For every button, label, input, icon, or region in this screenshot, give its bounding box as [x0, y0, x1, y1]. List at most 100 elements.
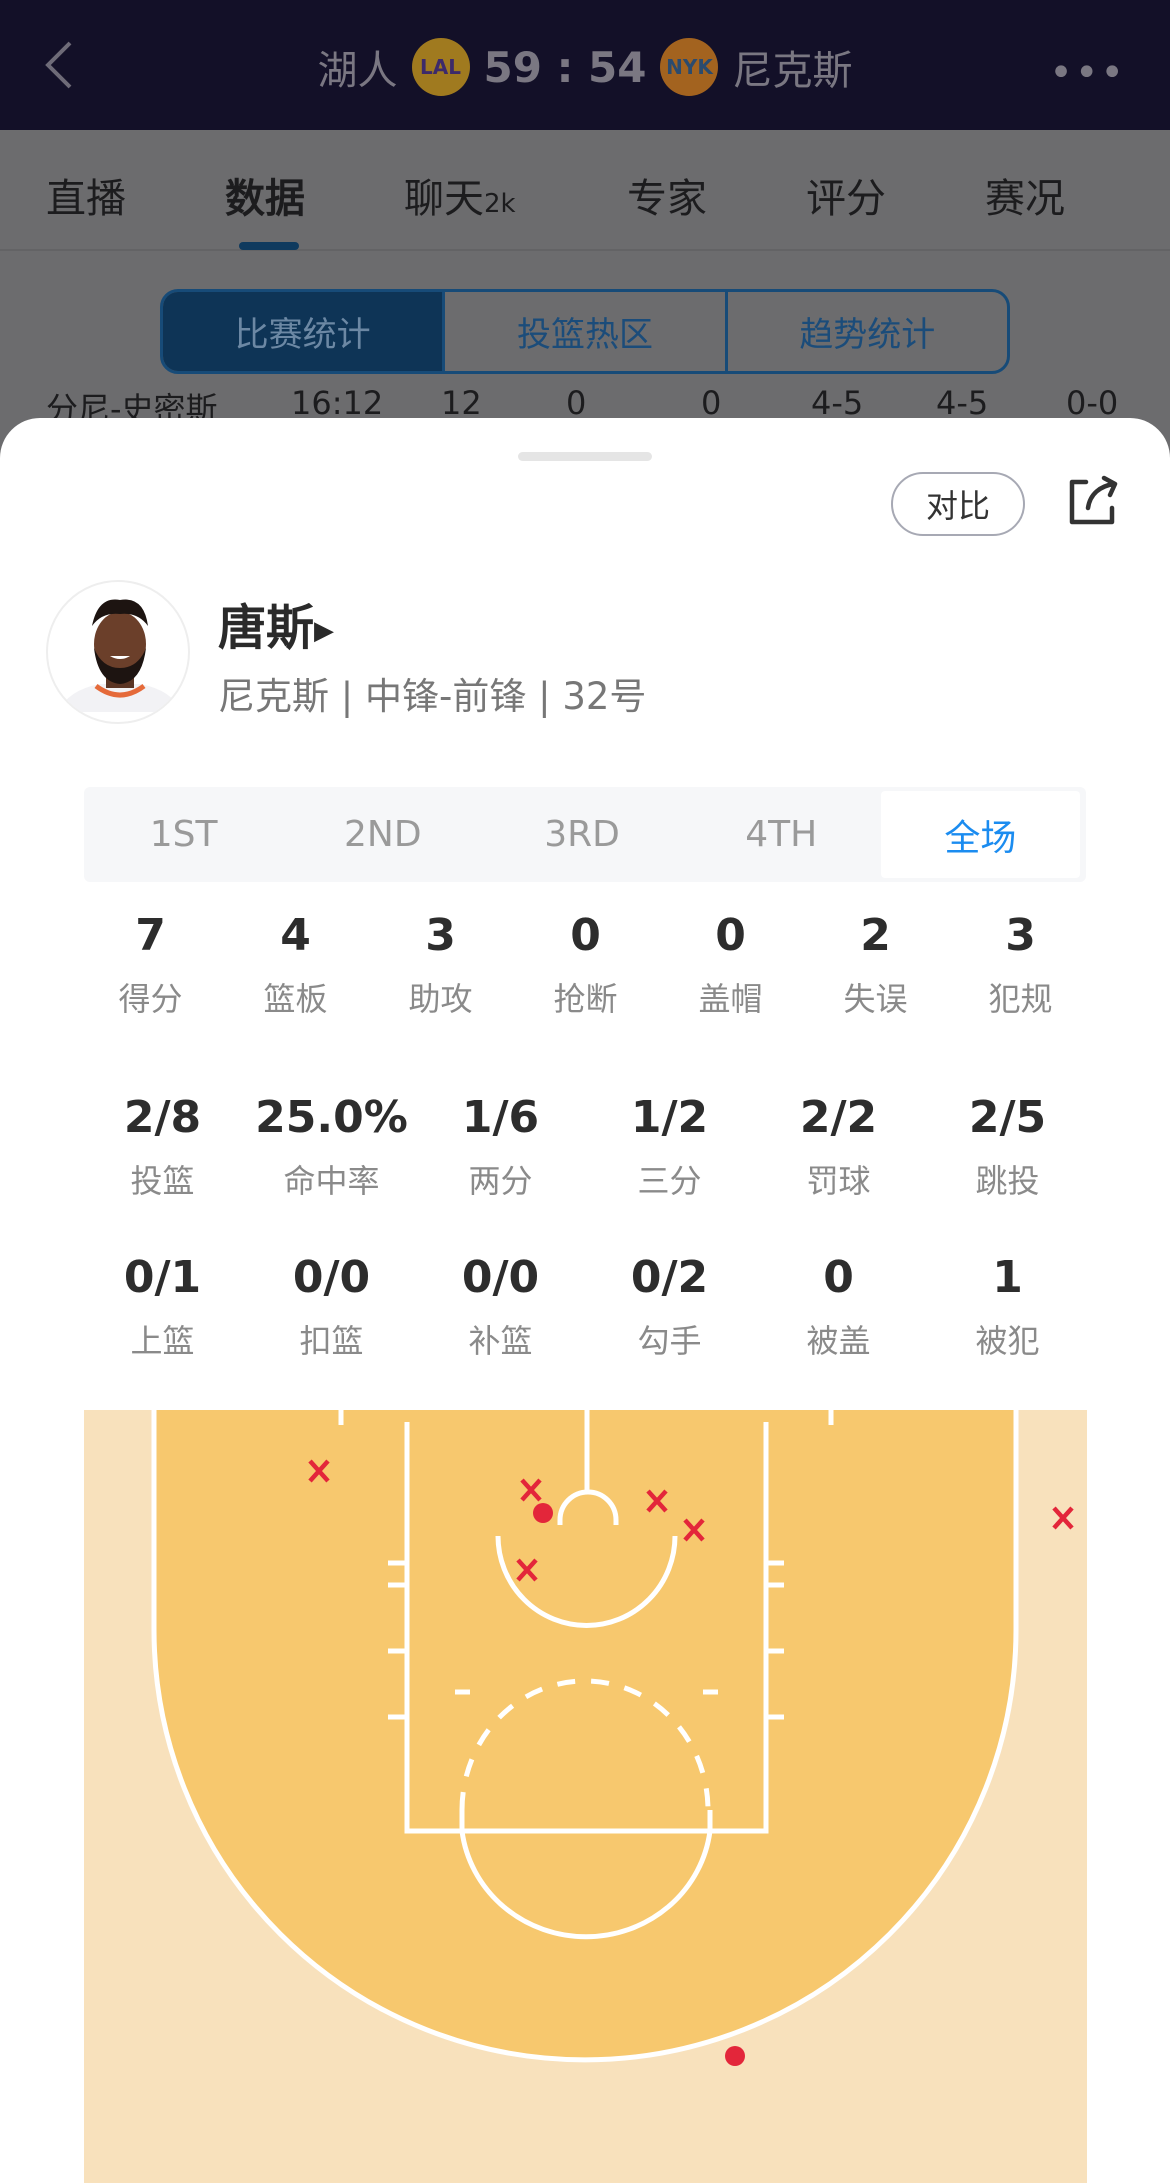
- player-name-text: 唐斯: [218, 600, 315, 656]
- stat-cell: 0 被盖: [754, 1250, 923, 1362]
- stat-label: 勾手: [637, 1322, 702, 1360]
- stat-label: 被犯: [975, 1322, 1040, 1360]
- tab-expert[interactable]: 专家: [627, 166, 707, 224]
- share-icon[interactable]: [1064, 474, 1120, 530]
- tab-live[interactable]: 直播: [46, 166, 126, 224]
- period-tab-3rd[interactable]: 3RD: [482, 787, 681, 882]
- period-tab-2nd[interactable]: 2ND: [283, 787, 482, 882]
- stat-value: 1: [992, 1252, 1023, 1303]
- period-tabs: 1ST 2ND 3RD 4TH 全场: [84, 787, 1086, 882]
- stat-value: 0/0: [292, 1252, 371, 1303]
- segment-game-stats[interactable]: 比赛统计: [163, 292, 443, 371]
- stat-label: 三分: [637, 1162, 702, 1200]
- stats-segmented-control: 比赛统计 投篮热区 趋势统计: [160, 289, 1010, 374]
- stat-value: 3: [425, 910, 456, 961]
- stat-value: 2/8: [123, 1092, 202, 1143]
- stat-value: 2/2: [799, 1092, 878, 1143]
- stat-cell: 1 被犯: [923, 1250, 1092, 1362]
- stat-label: 命中率: [283, 1162, 380, 1200]
- stat-cell: 0 盖帽: [658, 908, 803, 1020]
- stat-cell: 2 失误: [803, 908, 948, 1020]
- stat-value: 0: [823, 1252, 854, 1303]
- period-tab-1st[interactable]: 1ST: [84, 787, 283, 882]
- scoreboard: 湖人 LAL 59 : 54 NYK 尼克斯: [0, 38, 1170, 96]
- chat-count-badge: 2k: [484, 189, 516, 219]
- stat-label: 补篮: [468, 1322, 533, 1360]
- stat-value: 2/5: [968, 1092, 1047, 1143]
- knicks-logo: NYK: [660, 38, 719, 96]
- segment-trend-stats[interactable]: 趋势统计: [724, 292, 1007, 371]
- stat-cell: 4 篮板: [223, 908, 368, 1020]
- stat-value: 4: [280, 910, 311, 961]
- segment-shot-zones[interactable]: 投篮热区: [442, 292, 724, 371]
- stat-label: 犯规: [988, 980, 1053, 1018]
- shooting-stats-row: 2/8 投篮 25.0% 命中率 1/6 两分 1/2 三分 2/2 罚球 2/5 跳投: [78, 1090, 1092, 1202]
- stat-cell: 0 抢断: [513, 908, 658, 1020]
- stat-label: 助攻: [408, 980, 473, 1018]
- stat-cell: 2/8 投篮: [78, 1090, 247, 1202]
- stat-value: 0: [715, 910, 746, 961]
- made-shot-marker: [725, 2046, 745, 2066]
- away-team: 尼克斯: [732, 48, 853, 94]
- stat-cell: 0/0 扣篮: [247, 1250, 416, 1362]
- caret-right-icon: ▶: [314, 616, 335, 646]
- made-shot-marker: [533, 1503, 553, 1523]
- stat-label: 篮板: [263, 980, 328, 1018]
- stat-value: 7: [135, 910, 166, 961]
- stat-value: 1/6: [461, 1092, 540, 1143]
- stat-cell: 0/1 上篮: [78, 1250, 247, 1362]
- stat-value: 0/1: [123, 1252, 202, 1303]
- stat-value: 25.0%: [255, 1092, 408, 1143]
- player-avatar[interactable]: [46, 580, 190, 724]
- stat-label: 失误: [843, 980, 908, 1018]
- stat-value: 3: [1005, 910, 1036, 961]
- drag-handle[interactable]: [518, 452, 652, 461]
- stat-value: 2: [860, 910, 891, 961]
- stat-label: 被盖: [806, 1322, 871, 1360]
- stat-value: 0/2: [630, 1252, 709, 1303]
- stat-label: 两分: [468, 1162, 533, 1200]
- stat-cell: 2/5 跳投: [923, 1090, 1092, 1202]
- stat-cell: 2/2 罚球: [754, 1090, 923, 1202]
- score: 59 : 54: [483, 42, 647, 92]
- tab-chat-label: 聊天: [404, 176, 484, 222]
- tab-rating[interactable]: 评分: [806, 166, 886, 224]
- stat-label: 抢断: [553, 980, 618, 1018]
- stat-value: 0/0: [461, 1252, 540, 1303]
- stat-cell: 3 助攻: [368, 908, 513, 1020]
- compare-button[interactable]: 对比: [891, 472, 1025, 536]
- active-tab-indicator: [239, 242, 299, 250]
- stat-label: 跳投: [975, 1162, 1040, 1200]
- main-tabs: 直播 数据 聊天2k 专家 评分 赛况: [0, 130, 1170, 251]
- stat-cell: 0/2 勾手: [585, 1250, 754, 1362]
- stat-label: 得分: [118, 980, 183, 1018]
- shot-chart-court: [84, 1410, 1087, 2183]
- stat-label: 投篮: [130, 1162, 195, 1200]
- tab-data[interactable]: 数据: [225, 166, 305, 224]
- more-icon[interactable]: •••: [1049, 50, 1126, 96]
- lakers-logo: LAL: [411, 38, 470, 96]
- stat-cell: 0/0 补篮: [416, 1250, 585, 1362]
- stat-label: 上篮: [130, 1322, 195, 1360]
- shot-type-stats-row: 0/1 上篮 0/0 扣篮 0/0 补篮 0/2 勾手 0 被盖 1 被犯: [78, 1250, 1092, 1362]
- stat-value: 1/2: [630, 1092, 709, 1143]
- stat-label: 盖帽: [698, 980, 763, 1018]
- game-header: 湖人 LAL 59 : 54 NYK 尼克斯 •••: [0, 0, 1170, 130]
- period-tab-4th[interactable]: 4TH: [682, 787, 881, 882]
- stat-value: 0: [570, 910, 601, 961]
- tab-chat[interactable]: 聊天2k: [404, 166, 516, 224]
- stat-label: 扣篮: [299, 1322, 364, 1360]
- player-name[interactable]: 唐斯▶: [218, 588, 334, 658]
- player-detail-sheet: 对比 唐斯▶ 尼克斯 | 中锋-前锋 | 32号 1ST 2ND 3RD 4TH…: [0, 418, 1170, 2183]
- stat-cell: 3 犯规: [948, 908, 1093, 1020]
- period-tab-full-game[interactable]: 全场: [880, 791, 1081, 878]
- tab-status[interactable]: 赛况: [985, 166, 1065, 224]
- basic-stats-row: 7 得分 4 篮板 3 助攻 0 抢断 0 盖帽 2 失误 3 犯规: [78, 908, 1093, 1020]
- stat-cell: 7 得分: [78, 908, 223, 1020]
- stat-cell: 1/2 三分: [585, 1090, 754, 1202]
- stat-cell: 1/6 两分: [416, 1090, 585, 1202]
- player-info: 尼克斯 | 中锋-前锋 | 32号: [218, 675, 647, 718]
- stat-cell: 25.0% 命中率: [247, 1090, 416, 1202]
- stat-label: 罚球: [806, 1162, 871, 1200]
- home-team: 湖人: [317, 48, 398, 94]
